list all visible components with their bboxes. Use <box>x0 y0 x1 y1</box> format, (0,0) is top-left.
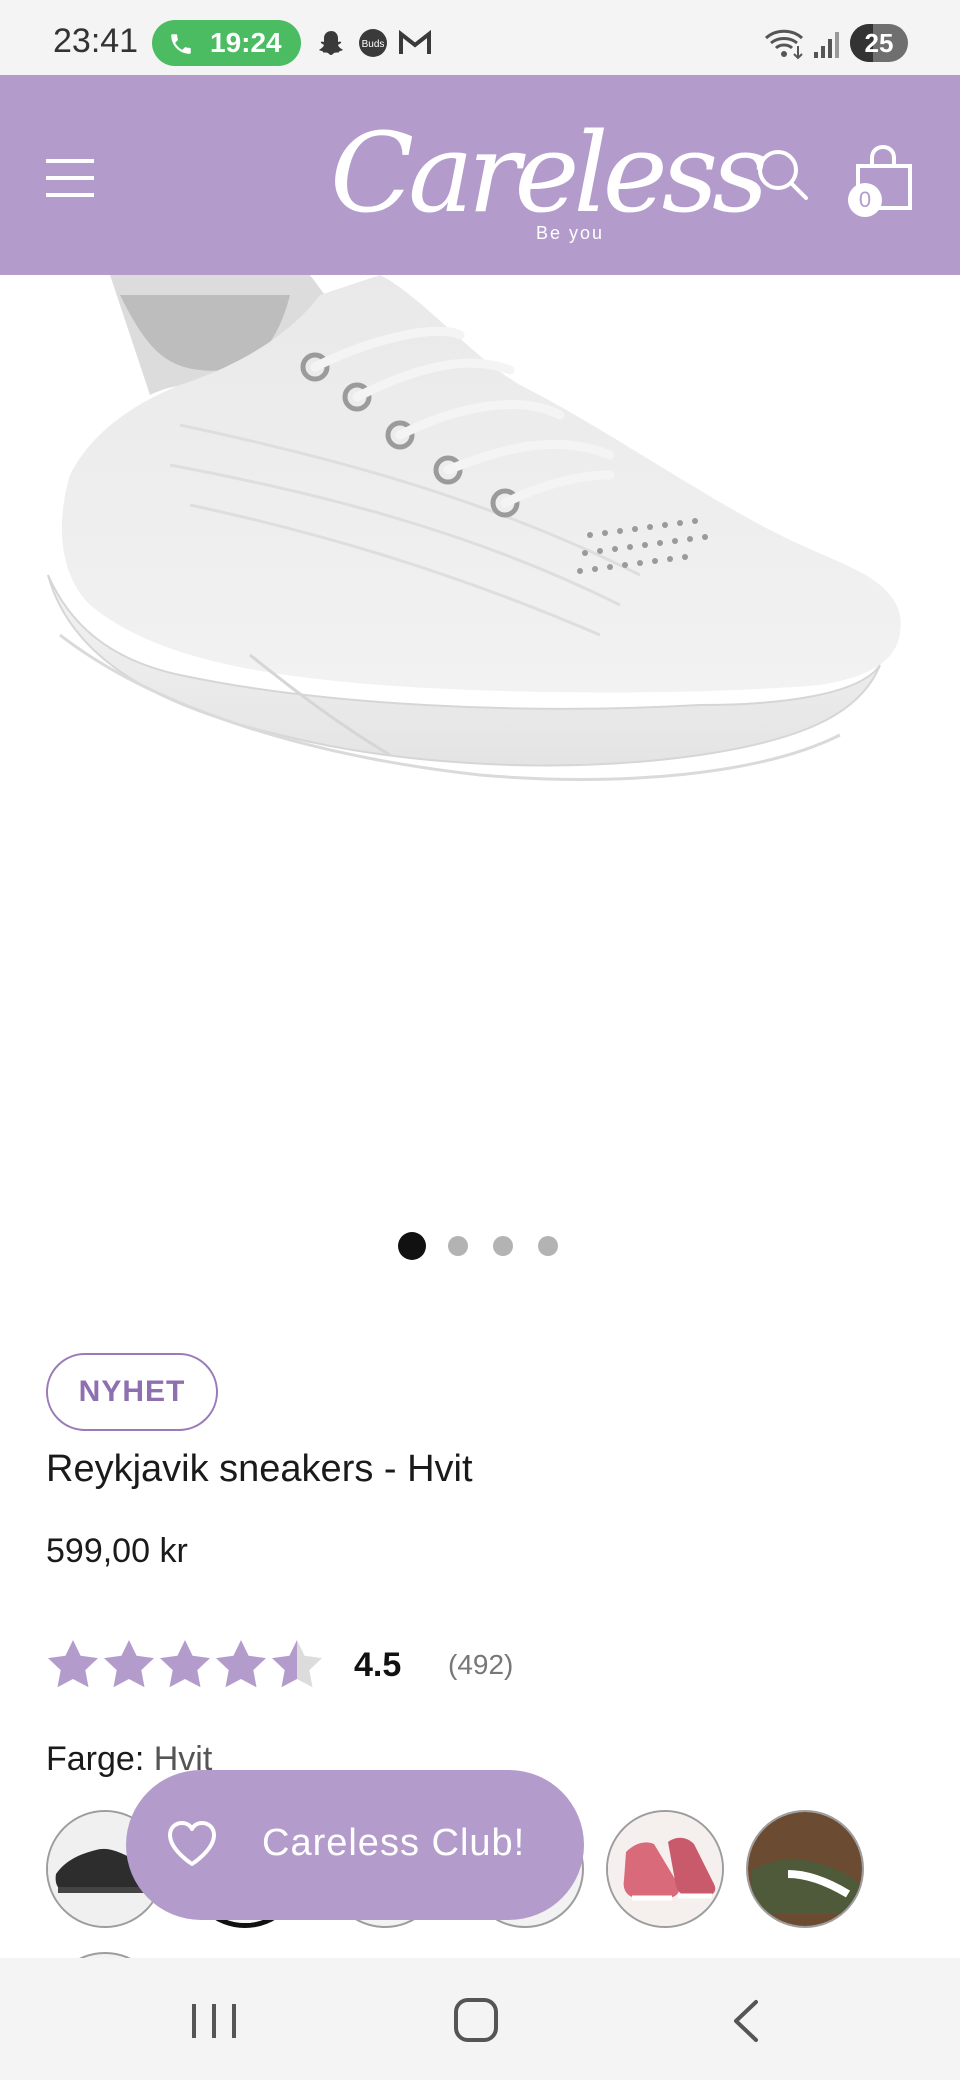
snapchat-icon <box>319 31 343 55</box>
signal-icon <box>814 32 839 58</box>
club-button-label: Careless Club! <box>262 1822 526 1864</box>
cart-count-badge: 0 <box>848 183 882 217</box>
back-icon[interactable] <box>716 1996 776 2046</box>
recents-icon[interactable] <box>184 1996 244 2046</box>
call-duration: 19:24 <box>210 27 282 58</box>
buds-icon: Buds <box>359 29 387 57</box>
half-star-icon <box>272 1640 322 1688</box>
carousel-dot-2[interactable] <box>448 1236 468 1256</box>
status-bar: 23:41 19:24 Buds 25 <box>0 0 960 75</box>
carousel-dot-1[interactable] <box>398 1232 426 1260</box>
phone-icon <box>171 34 191 54</box>
rating-value: 4.5 <box>354 1646 402 1684</box>
star-icon <box>104 1640 154 1688</box>
star-icon <box>216 1640 266 1688</box>
carousel-dot-4[interactable] <box>538 1236 558 1256</box>
product-image[interactable] <box>0 275 960 1175</box>
olive-sneaker-thumbnail <box>748 1812 862 1926</box>
logo-text: Careless <box>330 109 769 237</box>
white-sneaker-image <box>47 275 901 781</box>
home-icon[interactable] <box>446 1996 506 2046</box>
call-indicator[interactable]: 19:24 <box>152 20 301 66</box>
system-navigation-bar <box>0 1958 960 2080</box>
status-time: 23:41 <box>53 22 139 60</box>
product-title: Reykjavik sneakers - Hvit <box>46 1448 473 1490</box>
heart-icon <box>168 1821 216 1866</box>
search-icon[interactable] <box>756 148 810 202</box>
menu-icon[interactable] <box>46 155 96 201</box>
product-price: 599,00 kr <box>46 1532 188 1570</box>
rating-count: (492) <box>448 1649 514 1680</box>
site-header: Careless Be you <box>0 75 960 275</box>
swatch-olive[interactable] <box>746 1810 864 1928</box>
battery-level: 25 <box>864 28 894 58</box>
site-logo[interactable]: Careless Be you <box>330 105 769 255</box>
careless-club-button[interactable]: Careless Club! <box>126 1770 584 1920</box>
wifi-icon <box>764 29 804 60</box>
battery-icon: 25 <box>850 24 908 62</box>
carousel-dot-3[interactable] <box>493 1236 513 1256</box>
product-rating[interactable]: 4.5 (492) <box>46 1636 566 1692</box>
swatch-pink[interactable] <box>606 1810 724 1928</box>
color-label: Farge: <box>46 1740 145 1778</box>
svg-text:Buds: Buds <box>362 39 385 50</box>
pink-sneaker-thumbnail <box>608 1812 722 1926</box>
logo-tagline: Be you <box>536 223 605 243</box>
new-badge: NYHET <box>46 1353 218 1431</box>
star-icon <box>48 1640 98 1688</box>
star-icon <box>160 1640 210 1688</box>
gmail-icon <box>399 30 431 54</box>
rating-stars <box>48 1640 322 1688</box>
